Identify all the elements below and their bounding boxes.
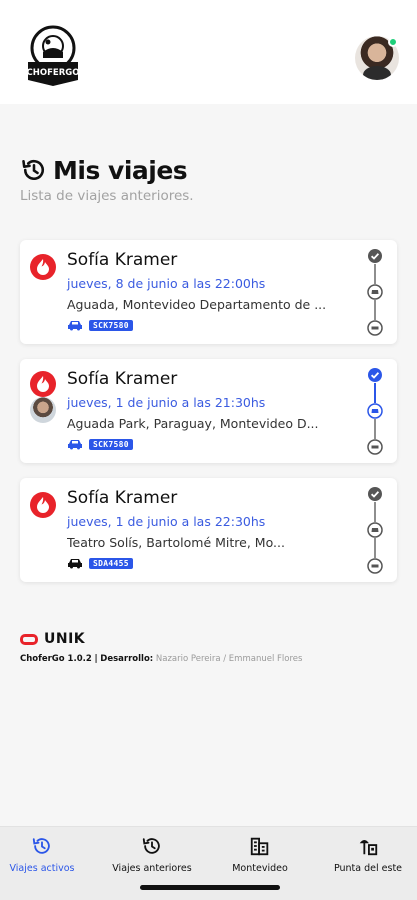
car-front-icon <box>367 522 383 538</box>
page-title-row: Mis viajes <box>20 154 188 186</box>
destination-icon <box>367 558 383 574</box>
unik-brand: UNIK <box>20 631 86 647</box>
car-icon <box>68 559 82 569</box>
check-circle-icon <box>367 367 383 383</box>
brand-flame-icon <box>30 254 56 280</box>
developers-names: Nazario Pereira / Emmanuel Flores <box>155 654 303 664</box>
trip-card[interactable]: Sofía Kramer jueves, 1 de junio a las 22… <box>20 478 397 582</box>
trip-address: Teatro Solís, Bartolomé Mitre, Mo... <box>67 535 285 550</box>
city-buildings-icon <box>250 837 269 856</box>
check-circle-icon <box>367 248 383 264</box>
tab-label: Montevideo <box>232 863 288 874</box>
trip-card[interactable]: Sofía Kramer jueves, 1 de junio a las 21… <box>20 359 397 463</box>
trip-address: Aguada Park, Paraguay, Montevideo D... <box>67 416 319 431</box>
page-subtitle: Lista de viajes anteriores. <box>20 188 194 204</box>
brand-flame-icon <box>30 492 56 518</box>
developers-label: Desarrollo: <box>100 654 154 664</box>
history-icon <box>22 159 44 181</box>
destination-icon <box>367 439 383 455</box>
beach-icon <box>359 840 378 856</box>
tab-label: Viajes anteriores <box>112 863 192 874</box>
unik-logo-icon <box>20 633 38 645</box>
destination-icon <box>367 320 383 336</box>
passenger-name: Sofía Kramer <box>67 488 178 508</box>
license-plate: SDA4455 <box>89 557 133 569</box>
home-indicator[interactable] <box>140 885 280 890</box>
vehicle-row: SCK7580 <box>67 437 133 451</box>
tab-label: Viajes activos <box>9 863 75 874</box>
tab-viajes-anteriores[interactable]: Viajes anteriores <box>100 835 204 885</box>
passenger-name: Sofía Kramer <box>67 250 178 270</box>
logo-text: CHOFERGO <box>27 68 80 78</box>
footer-credits: ChoferGo 1.0.2 | Desarrollo: Nazario Per… <box>20 654 302 664</box>
history-icon <box>32 838 50 854</box>
brand-flame-icon <box>30 371 56 397</box>
trip-card[interactable]: Sofía Kramer jueves, 8 de junio a las 22… <box>20 240 397 344</box>
trip-status-timeline <box>367 248 383 336</box>
online-status-dot <box>388 37 398 47</box>
tab-viajes-activos[interactable]: Viajes activos <box>0 835 94 885</box>
car-front-icon <box>367 284 383 300</box>
trip-status-timeline <box>367 486 383 574</box>
driver-avatar <box>30 397 56 423</box>
car-icon <box>68 321 82 331</box>
license-plate: SCK7580 <box>89 438 133 450</box>
credits-separator: | <box>94 654 98 664</box>
passenger-name: Sofía Kramer <box>67 369 178 389</box>
trip-date: jueves, 1 de junio a las 22:30hs <box>67 514 266 529</box>
history-icon <box>142 838 160 854</box>
check-circle-icon <box>367 486 383 502</box>
trip-status-timeline <box>367 367 383 455</box>
trip-date: jueves, 8 de junio a las 22:00hs <box>67 276 266 291</box>
car-front-icon <box>367 403 383 419</box>
vehicle-row: SDA4455 <box>67 556 133 570</box>
license-plate: SCK7580 <box>89 319 133 331</box>
chofergo-logo[interactable]: CHOFERGO <box>24 24 82 86</box>
app-header: CHOFERGO <box>0 0 417 104</box>
trip-address: Aguada, Montevideo Departamento de ... <box>67 297 327 312</box>
tab-montevideo[interactable]: Montevideo <box>208 835 312 885</box>
trip-date: jueves, 1 de junio a las 21:30hs <box>67 395 266 410</box>
car-icon <box>68 440 82 450</box>
vehicle-row: SCK7580 <box>67 318 133 332</box>
tab-label: Punta del este <box>333 863 403 874</box>
tab-punta-del-este[interactable]: Punta del este <box>316 835 417 885</box>
unik-brand-text: UNIK <box>44 631 86 647</box>
page-title: Mis viajes <box>53 155 188 185</box>
app-version: ChoferGo 1.0.2 <box>20 654 92 664</box>
